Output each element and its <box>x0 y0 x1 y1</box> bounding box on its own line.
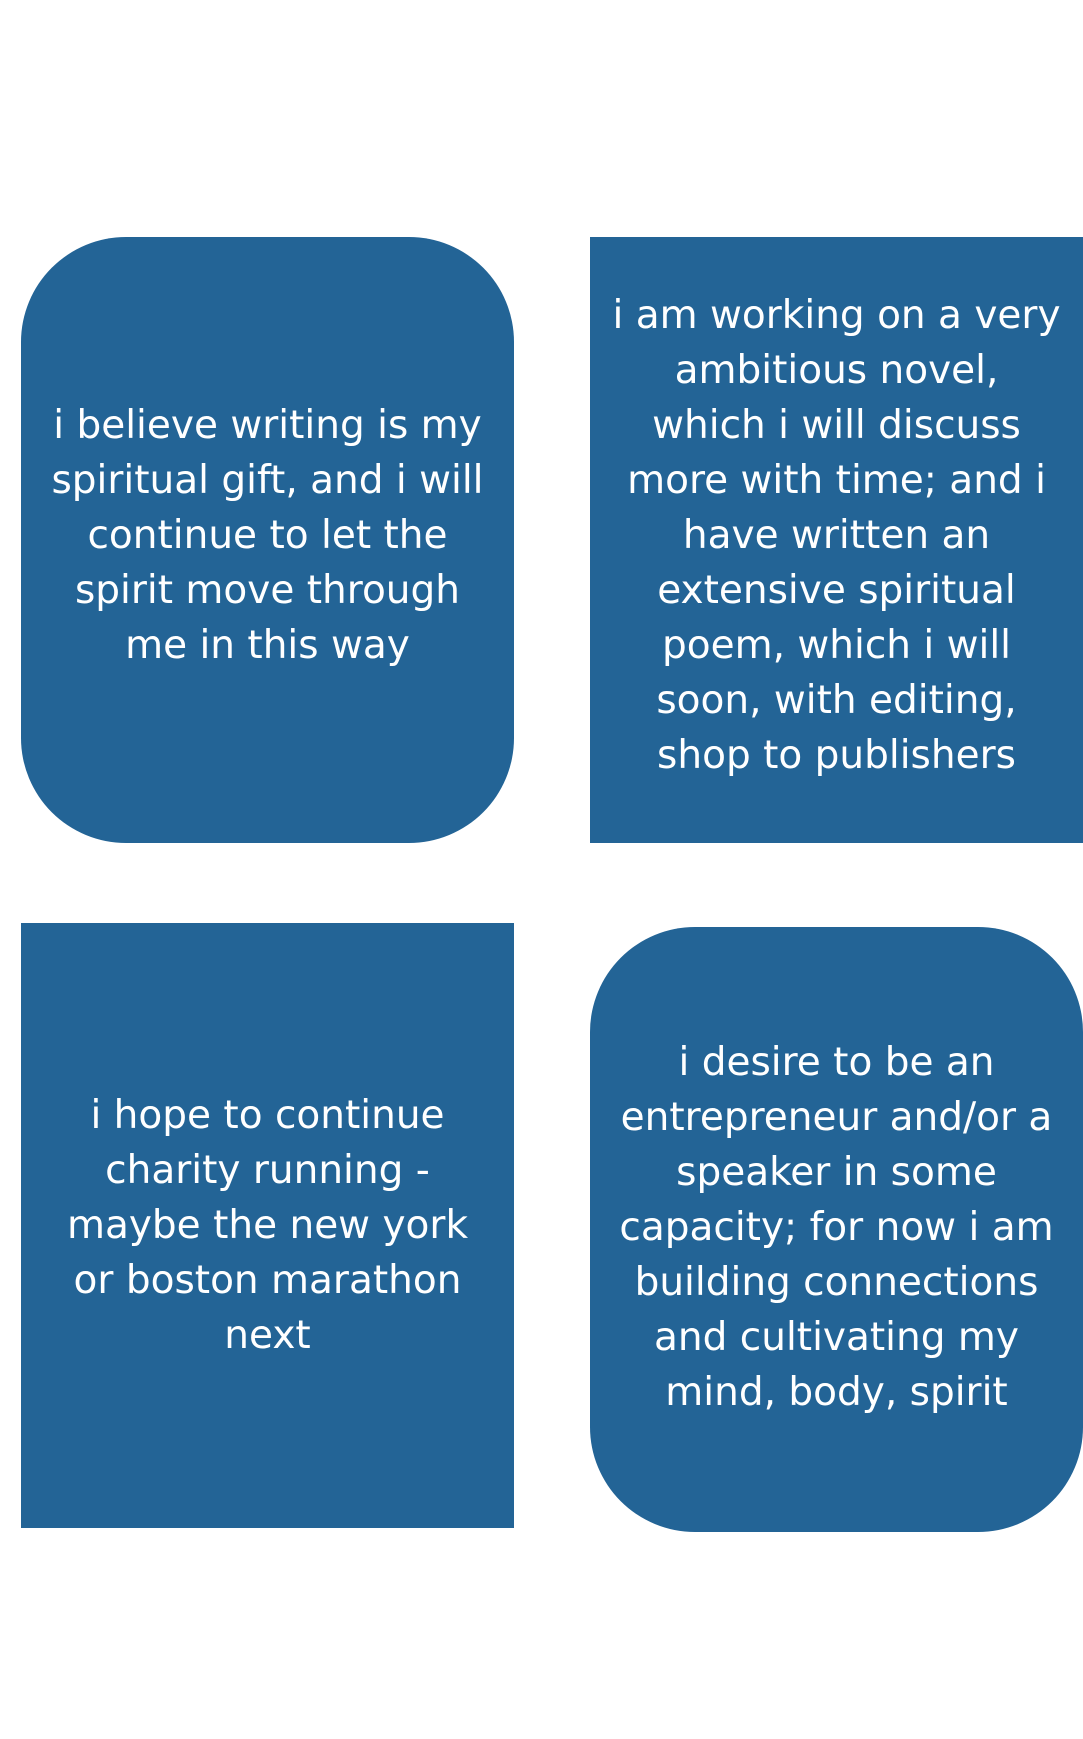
card-text: i believe writing is my spiritual gift, … <box>51 402 484 668</box>
card-text: i am working on a very ambitious novel, … <box>612 292 1061 778</box>
card-text: i hope to continue charity running - may… <box>66 1093 469 1358</box>
card-writing-gift: i believe writing is my spiritual gift, … <box>21 237 514 843</box>
card-charity-running: i hope to continue charity running - may… <box>21 923 514 1528</box>
card-entrepreneur: i desire to be an entrepreneur and/or a … <box>590 927 1083 1532</box>
card-novel: i am working on a very ambitious novel, … <box>590 237 1083 843</box>
card-text: i desire to be an entrepreneur and/or a … <box>619 1039 1054 1415</box>
